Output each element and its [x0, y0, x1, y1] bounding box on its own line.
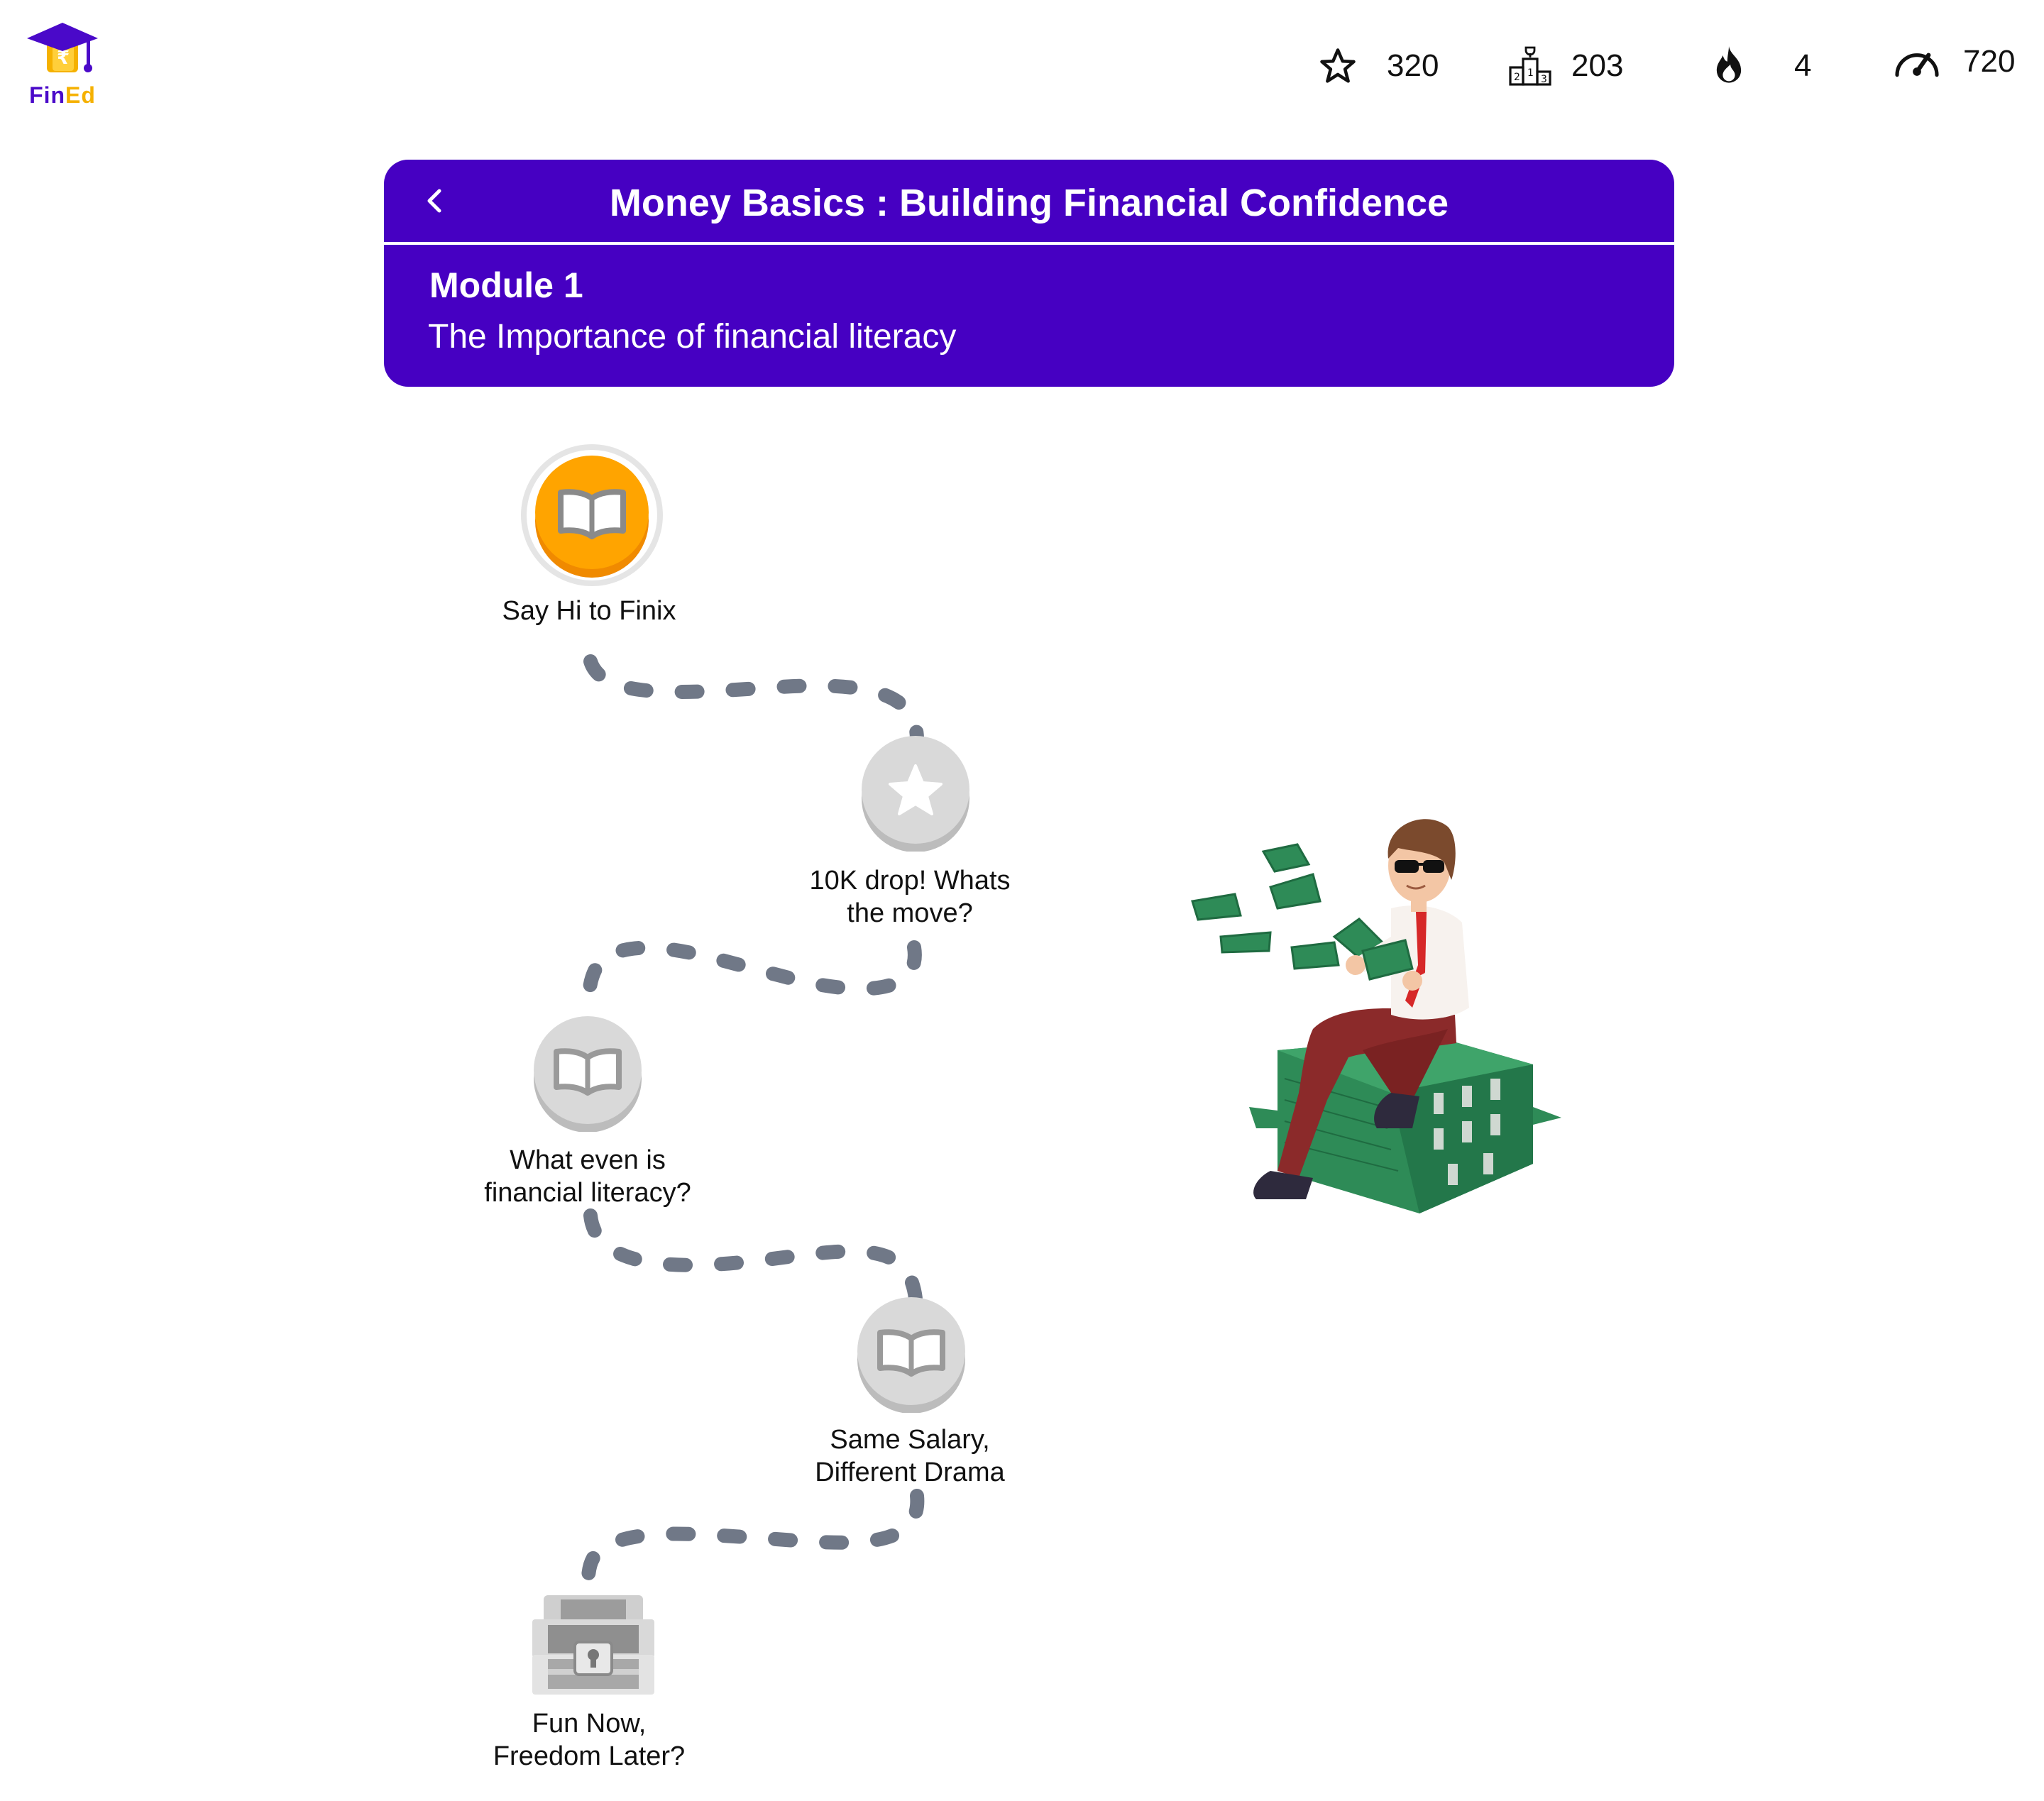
flying-bills — [1191, 843, 1386, 970]
lesson-title-4[interactable]: Same Salary, Different Drama — [815, 1423, 1005, 1489]
path-segment-4 — [581, 1489, 925, 1611]
lesson-title-5[interactable]: Fun Now, Freedom Later? — [493, 1707, 685, 1773]
path-segment-2 — [581, 940, 922, 1022]
book-icon — [558, 489, 626, 539]
man-on-money-illustration — [1191, 819, 1561, 1213]
lesson-title-3[interactable]: What even is financial literacy? — [484, 1144, 691, 1209]
lesson-node-1[interactable] — [518, 441, 666, 589]
lesson-node-2[interactable] — [859, 734, 972, 852]
lesson-node-4[interactable] — [855, 1296, 968, 1414]
lesson-node-4-badge — [857, 1297, 965, 1414]
lesson-node-1-badge — [521, 444, 663, 586]
lesson-title-2[interactable]: 10K drop! Whats the move? — [809, 864, 1010, 930]
path-segment-1 — [583, 654, 924, 745]
lesson-node-3-badge — [534, 1016, 642, 1133]
book-icon — [554, 1048, 622, 1096]
lesson-node-5[interactable] — [529, 1592, 657, 1699]
lesson-title-1[interactable]: Say Hi to Finix — [502, 595, 676, 627]
path-segment-3 — [583, 1208, 923, 1306]
lesson-node-2-badge — [862, 736, 969, 852]
lesson-path — [581, 654, 925, 1611]
lesson-node-3[interactable] — [531, 1015, 644, 1133]
book-icon — [877, 1329, 945, 1377]
treasure-chest-icon — [532, 1595, 654, 1695]
